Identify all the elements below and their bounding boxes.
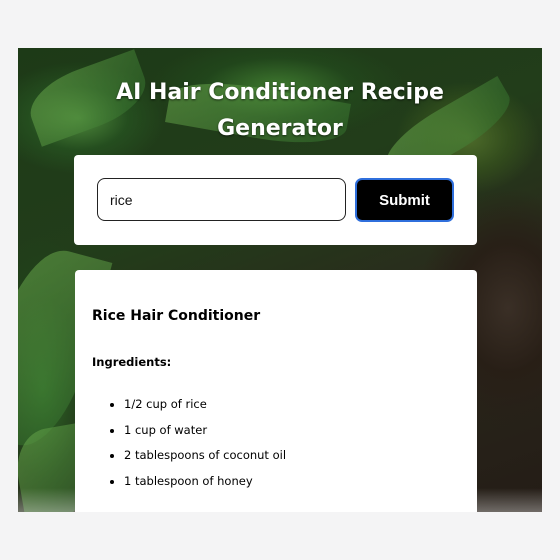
ingredient-item: 1/2 cup of rice	[124, 396, 286, 422]
ingredient-item: 1 cup of water	[124, 422, 286, 448]
page-title-line-2: Generator	[217, 115, 343, 141]
ingredient-item: 2 tablespoons of coconut oil	[124, 447, 286, 473]
recipe-title: Rice Hair Conditioner	[92, 308, 261, 324]
ingredients-heading: Ingredients:	[92, 355, 172, 369]
recipe-result-card: Rice Hair Conditioner Ingredients: 1/2 c…	[75, 270, 477, 512]
recipe-search-form: Submit	[74, 155, 477, 245]
submit-button[interactable]: Submit	[355, 178, 454, 222]
page-title: AI Hair Conditioner Recipe Generator	[18, 75, 542, 147]
ingredient-input[interactable]	[97, 178, 346, 221]
bottom-fade	[18, 488, 542, 512]
app-background: AI Hair Conditioner Recipe Generator Sub…	[18, 48, 542, 512]
ingredients-list: 1/2 cup of rice 1 cup of water 2 tablesp…	[92, 396, 286, 499]
page-title-line-1: AI Hair Conditioner Recipe	[116, 79, 444, 105]
